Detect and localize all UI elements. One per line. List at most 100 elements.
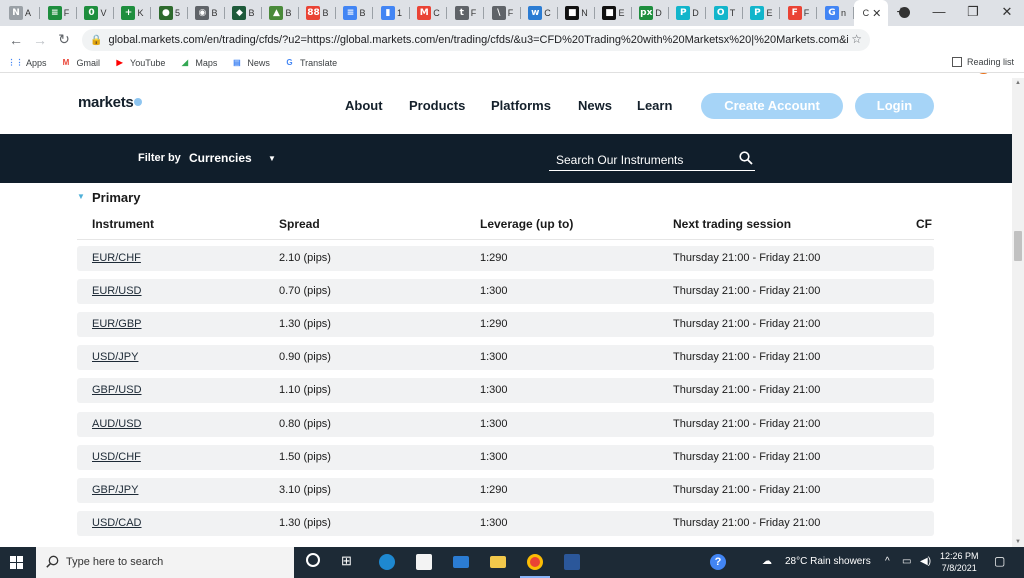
collapse-triangle-icon[interactable]: ▼ — [77, 192, 85, 201]
table-row[interactable]: USD/CHF 1.50 (pips) 1:300 Thursday 21:00 - … — [77, 444, 934, 470]
login-button[interactable]: Login — [855, 93, 934, 119]
browser-tab[interactable]: ◆ B — [225, 0, 262, 26]
restore-icon[interactable]: ❐ — [956, 0, 990, 26]
browser-tab-active[interactable]: C ✕ — [854, 0, 888, 26]
table-row[interactable]: EUR/GBP 1.30 (pips) 1:290 Thursday 21:00 - … — [77, 312, 934, 338]
browser-tab[interactable]: 88 B — [299, 0, 336, 26]
tab-title: B — [285, 8, 292, 18]
browser-tab[interactable]: px D — [632, 0, 669, 26]
leverage-value: 1:300 — [480, 516, 508, 529]
table-row[interactable]: USD/JPY 0.90 (pips) 1:300 Thursday 21:00 - … — [77, 345, 934, 371]
browser-tab[interactable]: ≡ F — [40, 0, 77, 26]
browser-tab[interactable]: \ F — [484, 0, 521, 26]
close-window-icon[interactable]: ✕ — [990, 0, 1024, 26]
browser-tab[interactable]: ▮ 1 — [373, 0, 410, 26]
page-scrollbar[interactable]: ▲ ▼ — [1012, 78, 1024, 547]
browser-tab[interactable]: MC — [410, 0, 447, 26]
back-icon[interactable]: ← — [4, 32, 28, 48]
bookmark-news[interactable]: ▤ News — [231, 57, 270, 68]
chevron-down-icon[interactable]: ▼ — [268, 154, 276, 163]
notifications-icon[interactable]: ▢ — [994, 554, 1005, 568]
browser-tab[interactable]: FF — [780, 0, 817, 26]
nav-learn[interactable]: Learn — [637, 98, 672, 113]
help-icon[interactable]: ? — [710, 554, 726, 570]
table-row[interactable]: GBP/USD 1.10 (pips) 1:300 Thursday 21:00 - … — [77, 378, 934, 404]
instrument-link[interactable]: EUR/USD — [92, 285, 142, 297]
battery-icon[interactable]: ▭ — [902, 556, 911, 567]
nav-products[interactable]: Products — [409, 98, 465, 113]
windows-start-icon[interactable] — [10, 556, 23, 569]
instrument-link[interactable]: USD/CHF — [92, 451, 141, 463]
browser-tab[interactable]: ■ E — [595, 0, 632, 26]
browser-tab[interactable]: ◉ B — [188, 0, 225, 26]
table-row[interactable]: GBP/JPY 3.10 (pips) 1:290 Thursday 21:00 - … — [77, 477, 934, 503]
instrument-link[interactable]: GBP/JPY — [92, 484, 138, 496]
scroll-up-icon[interactable]: ▲ — [1015, 80, 1021, 86]
instrument-link[interactable]: EUR/GBP — [92, 318, 142, 330]
table-row[interactable]: EUR/CHF 2.10 (pips) 1:290 Thursday 21:00 - … — [77, 246, 934, 271]
bookmark-apps[interactable]: ⋮⋮ Apps — [8, 57, 47, 68]
nav-platforms[interactable]: Platforms — [491, 98, 551, 113]
browser-tab[interactable]: wC — [521, 0, 558, 26]
browser-tab[interactable]: + K — [114, 0, 151, 26]
scrollbar-thumb[interactable] — [1014, 231, 1022, 261]
browser-tab[interactable]: PE — [743, 0, 780, 26]
scroll-down-icon[interactable]: ▼ — [1015, 539, 1021, 545]
volume-icon[interactable]: ◀) — [920, 556, 931, 567]
instrument-link[interactable]: AUD/USD — [92, 418, 142, 430]
browser-tab[interactable]: NA — [0, 0, 40, 26]
file-explorer-icon[interactable] — [490, 556, 506, 568]
browser-tab[interactable]: OT — [706, 0, 743, 26]
lock-icon[interactable]: 🔒 — [90, 35, 102, 46]
browser-tab[interactable]: ● 5 — [151, 0, 188, 26]
bookmark-star-icon[interactable]: ☆ — [851, 32, 862, 46]
bookmark-youtube[interactable]: ▶ YouTube — [114, 57, 165, 68]
instrument-link[interactable]: GBP/USD — [92, 384, 142, 396]
create-account-button[interactable]: Create Account — [701, 93, 843, 119]
table-row[interactable]: EUR/USD 0.70 (pips) 1:300 Thursday 21:00 - … — [77, 279, 934, 305]
store-icon[interactable] — [416, 554, 432, 570]
close-tab-icon[interactable]: ✕ — [872, 7, 881, 20]
group-title[interactable]: Primary — [92, 190, 140, 205]
browser-tab[interactable]: ■ N — [558, 0, 595, 26]
url-field[interactable]: 🔒 global.markets.com/en/trading/cfds/?u2… — [82, 29, 870, 51]
browser-tab[interactable]: Gn — [817, 0, 854, 26]
filter-category-dropdown[interactable]: Currencies — [189, 151, 252, 165]
weather-cloud-icon[interactable]: ☁ — [762, 556, 772, 567]
mail-icon[interactable] — [453, 556, 469, 568]
forward-icon[interactable]: → — [28, 32, 52, 48]
bookmark-label: News — [247, 57, 270, 68]
task-view-icon[interactable]: ⊞ — [341, 553, 352, 569]
bookmark-translate[interactable]: G Translate — [284, 57, 337, 68]
table-row[interactable]: AUD/USD 0.80 (pips) 1:300 Thursday 21:00 - … — [77, 411, 934, 437]
bookmark-gmail[interactable]: M Gmail — [61, 57, 100, 68]
nav-news[interactable]: News — [578, 98, 612, 113]
cortana-icon[interactable] — [306, 553, 320, 567]
browser-tab[interactable]: tF — [447, 0, 484, 26]
instrument-link[interactable]: EUR/CHF — [92, 252, 141, 264]
browser-tab[interactable]: 0V — [77, 0, 114, 26]
browser-tab[interactable]: ≡ B — [336, 0, 373, 26]
system-clock[interactable]: 12:26 PM 7/8/2021 — [940, 550, 979, 574]
edge-icon[interactable] — [379, 554, 395, 570]
table-row[interactable]: USD/CAD 1.30 (pips) 1:300 Thursday 21:00 - … — [77, 510, 934, 536]
taskbar-search-input[interactable]: Type here to search — [36, 547, 294, 578]
browser-tab[interactable]: PD — [669, 0, 706, 26]
weather-text[interactable]: 28°C Rain showers — [785, 556, 871, 567]
instrument-link[interactable]: USD/CAD — [92, 517, 142, 529]
chrome-icon[interactable] — [527, 554, 543, 570]
media-control-icon[interactable] — [899, 7, 910, 18]
instrument-link[interactable]: USD/JPY — [92, 351, 138, 363]
search-icon[interactable] — [739, 151, 753, 165]
word-icon[interactable] — [564, 554, 580, 570]
browser-tab[interactable]: ▲ B — [262, 0, 299, 26]
minimize-icon[interactable]: — — [922, 0, 956, 26]
reading-list-button[interactable]: Reading list — [951, 57, 1014, 67]
markets-logo[interactable]: markets — [78, 94, 143, 111]
reload-icon[interactable]: ↻ — [52, 31, 76, 48]
nav-about[interactable]: About — [345, 98, 383, 113]
tray-chevron-up-icon[interactable]: ^ — [885, 556, 890, 567]
bookmark-maps[interactable]: ◢ Maps — [179, 57, 218, 68]
instrument-search-input[interactable]: Search Our Instruments — [549, 151, 755, 171]
tab-title: T — [729, 8, 736, 18]
